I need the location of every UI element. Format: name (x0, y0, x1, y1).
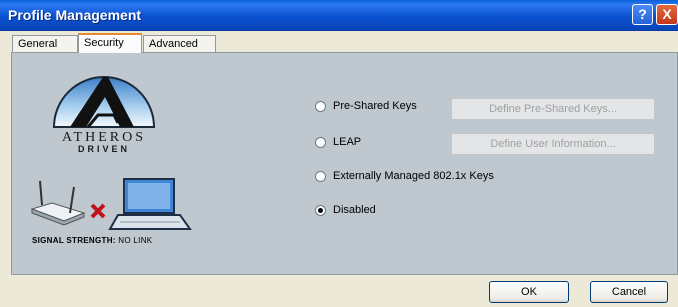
radio-disabled[interactable] (315, 204, 326, 216)
tab-general[interactable]: General (12, 35, 78, 52)
radio-leap[interactable] (315, 136, 326, 148)
option-pre-shared-keys[interactable]: Pre-Shared Keys (315, 100, 417, 112)
option-externally-managed[interactable]: Externally Managed 802.1x Keys (315, 170, 494, 182)
define-pre-shared-keys-button[interactable]: Define Pre-Shared Keys... (451, 98, 655, 120)
close-icon[interactable]: X (656, 4, 678, 25)
option-externally-managed-label: Externally Managed 802.1x Keys (333, 170, 494, 182)
option-pre-shared-keys-label: Pre-Shared Keys (333, 100, 417, 112)
title-bar[interactable]: Profile Management ? X (0, 0, 678, 31)
radio-pre-shared-keys[interactable] (315, 100, 326, 112)
brand-line-2: DRIVEN (77, 144, 130, 154)
option-disabled[interactable]: Disabled (315, 204, 376, 216)
security-panel: ATHEROS DRIVEN SIGNAL STRENGTH: NO LINK … (11, 52, 678, 275)
option-leap-label: LEAP (333, 136, 362, 148)
laptop-icon (108, 178, 192, 230)
disconnect-x-icon (90, 203, 106, 219)
tab-security[interactable]: Security (78, 33, 142, 53)
option-leap[interactable]: LEAP (315, 136, 361, 148)
router-icon (30, 180, 86, 226)
window-title: Profile Management (8, 7, 142, 23)
signal-strength: SIGNAL STRENGTH: NO LINK (32, 236, 152, 245)
cancel-button[interactable]: Cancel (590, 281, 668, 303)
signal-label: SIGNAL STRENGTH: (32, 236, 116, 245)
signal-value: NO LINK (118, 236, 153, 245)
tab-advanced[interactable]: Advanced (143, 35, 216, 52)
option-disabled-label: Disabled (333, 204, 376, 216)
define-user-information-button[interactable]: Define User Information... (451, 133, 655, 155)
network-status-graphic (30, 178, 192, 230)
help-icon[interactable]: ? (632, 4, 653, 25)
radio-externally-managed[interactable] (315, 170, 326, 182)
ok-button[interactable]: OK (489, 281, 569, 303)
